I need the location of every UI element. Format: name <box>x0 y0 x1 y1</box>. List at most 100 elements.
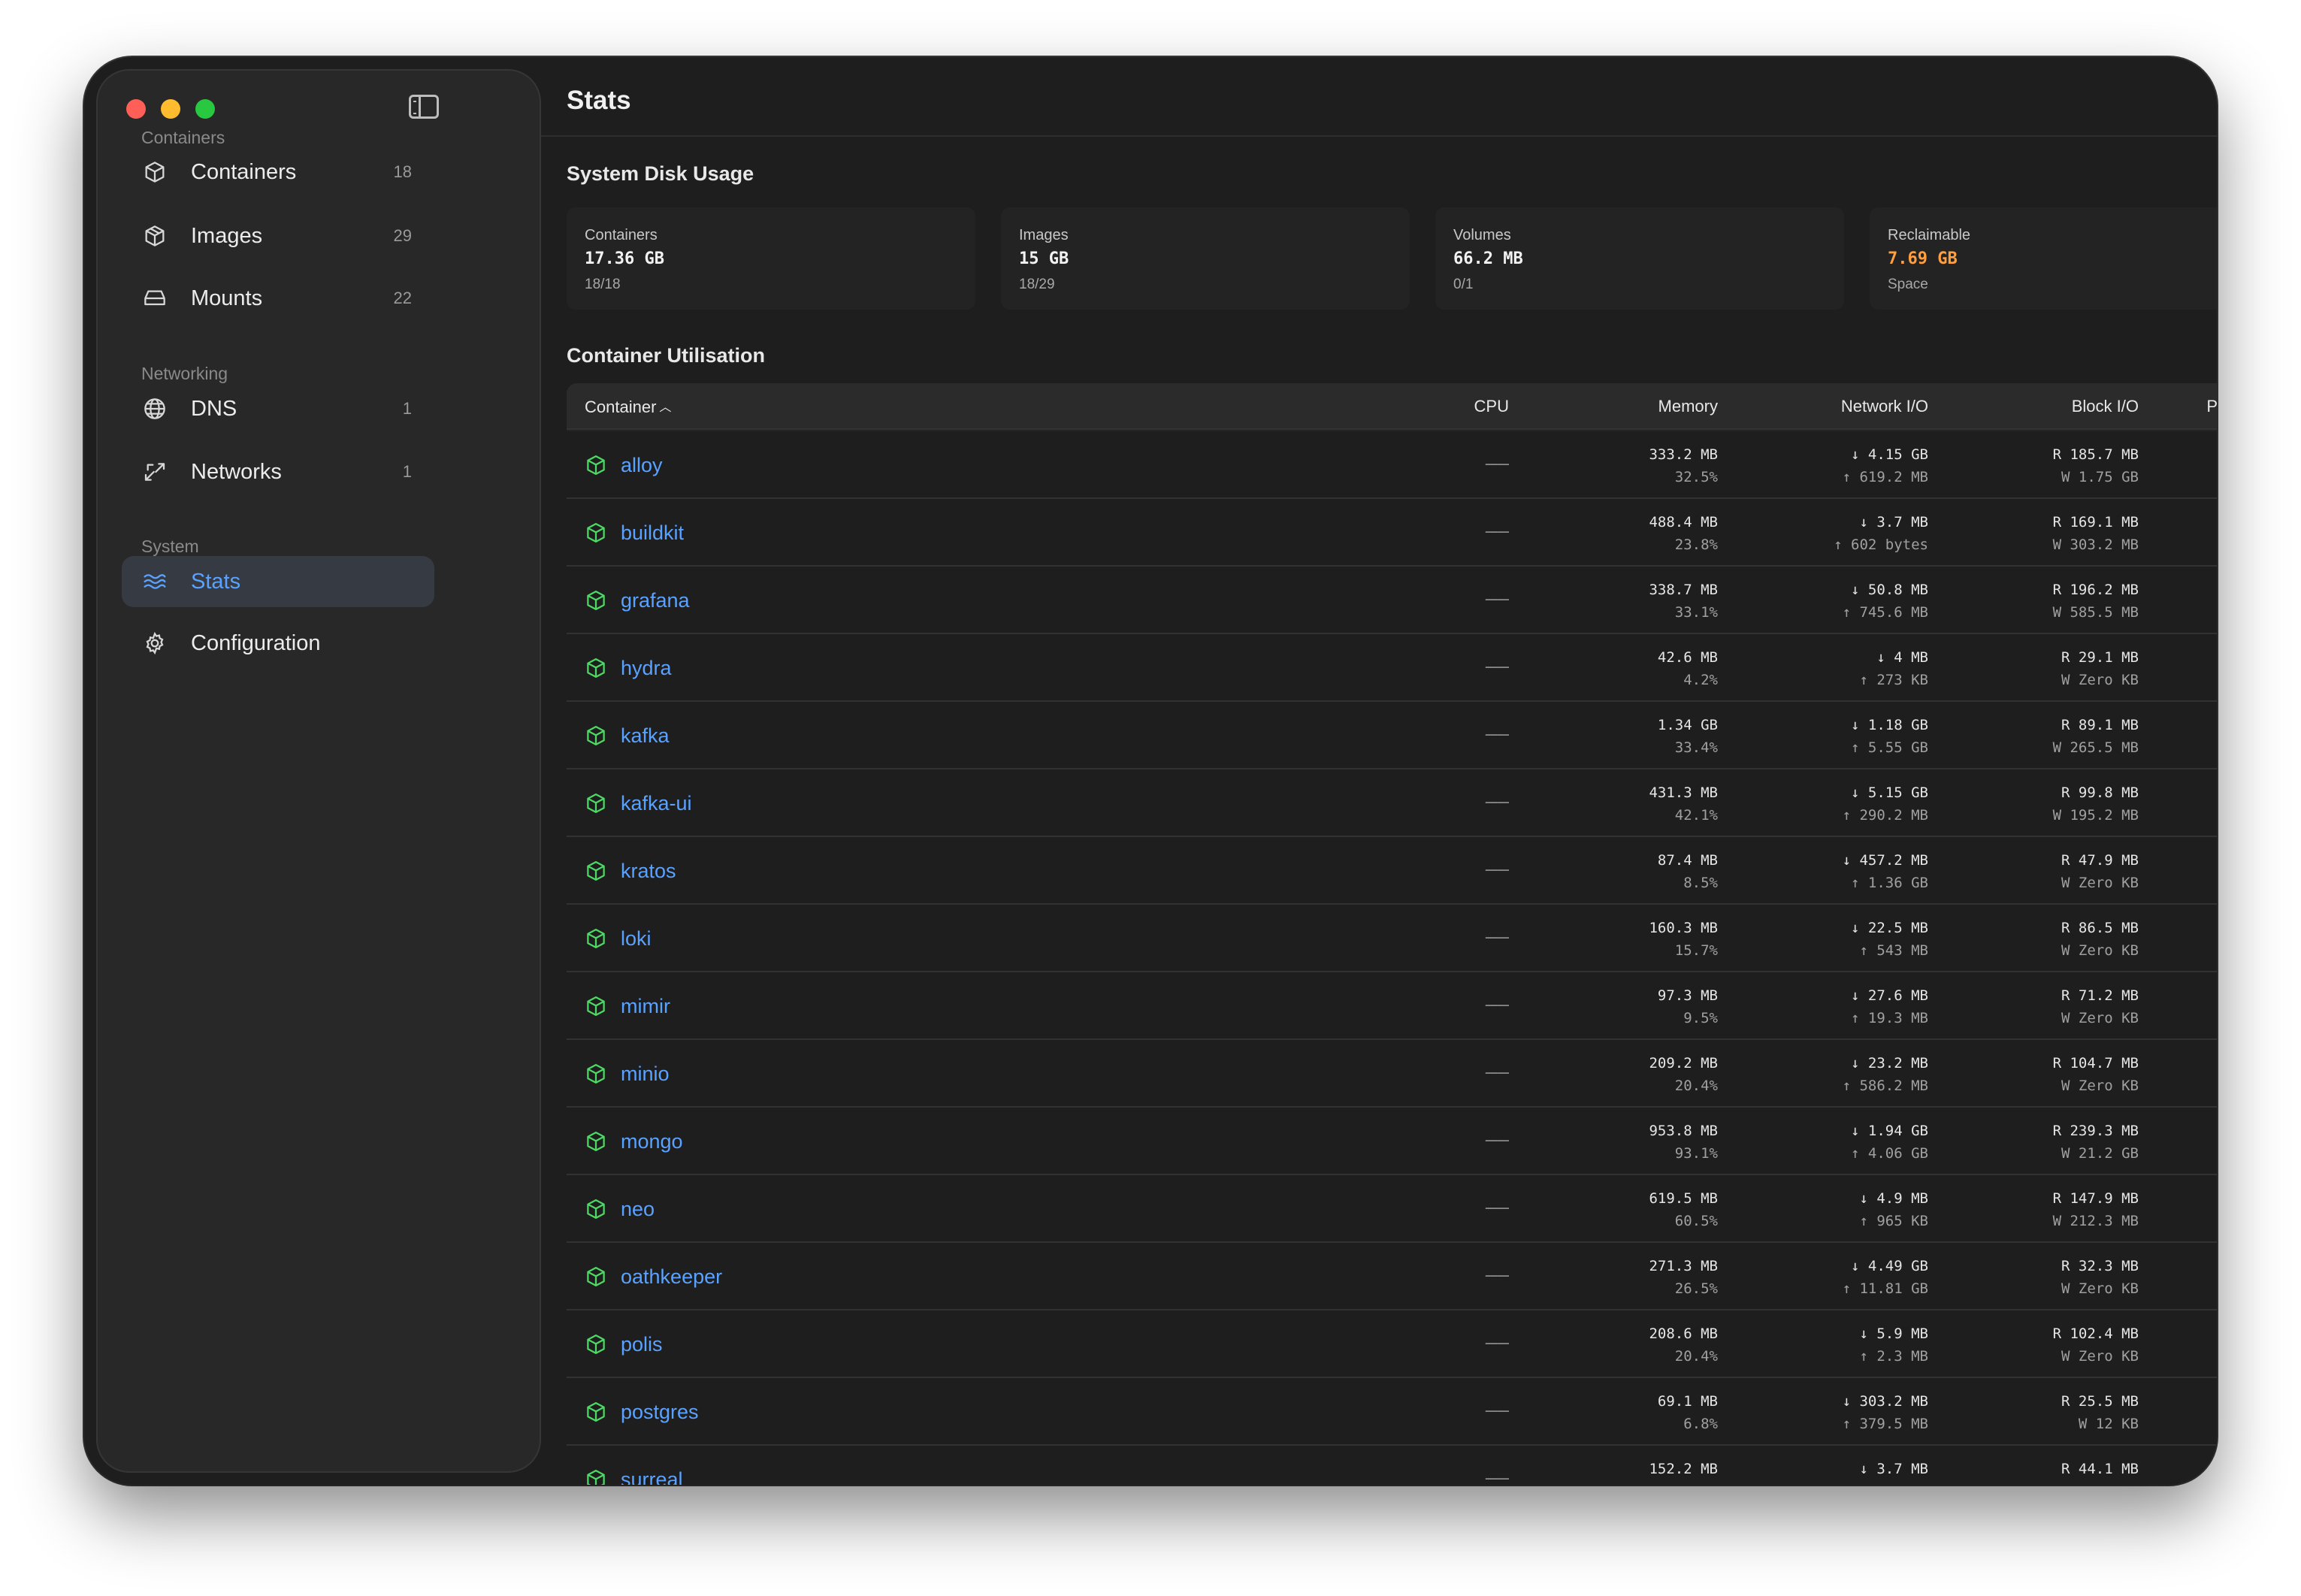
container-name-link[interactable]: neo <box>621 1198 655 1221</box>
sidebar-item-label: Images <box>191 223 263 248</box>
table-row[interactable]: kratos —— 87.4 MB 8.5% ↓ 457.2 MB ↑ 1.36… <box>567 837 2217 905</box>
table-row[interactable]: surreal —— 152.2 MB ↓ 3.7 MB R 44.1 MB 2… <box>567 1446 2217 1485</box>
container-name-link[interactable]: oathkeeper <box>621 1265 722 1289</box>
main-content: Stats System Disk Usage Containers 17.36… <box>541 57 2217 1485</box>
column-header-container[interactable]: Container ︿ <box>585 397 671 417</box>
container-name-link[interactable]: postgres <box>621 1401 699 1424</box>
table-row[interactable]: grafana —— 338.7 MB 33.1% ↓ 50.8 MB ↑ 74… <box>567 567 2217 634</box>
block-write-value: W Zero KB <box>2061 672 2139 688</box>
container-box-icon <box>585 926 607 951</box>
block-read-value: R 32.3 MB <box>2061 1258 2139 1274</box>
memory-cell: 160.3 MB 15.7% <box>1492 905 1718 972</box>
block-write-value: W 265.5 MB <box>2052 739 2139 756</box>
sidebar-item-stats[interactable]: Stats <box>122 556 434 607</box>
card-value: 7.69 GB <box>1888 249 1958 268</box>
card-value: 15 GB <box>1019 249 1069 268</box>
memory-cell: 208.6 MB 20.4% <box>1492 1310 1718 1378</box>
table-row[interactable]: oathkeeper —— 271.3 MB 26.5% ↓ 4.49 GB ↑… <box>567 1243 2217 1310</box>
container-box-icon <box>585 1332 607 1356</box>
sidebar-toggle-icon[interactable] <box>409 95 439 119</box>
container-box-icon <box>585 588 607 612</box>
table-row[interactable]: alloy —— 333.2 MB 32.5% ↓ 4.15 GB ↑ 619.… <box>567 431 2217 499</box>
table-row[interactable]: loki —— 160.3 MB 15.7% ↓ 22.5 MB ↑ 543 M… <box>567 905 2217 972</box>
column-header-cpu[interactable]: CPU <box>1474 397 1509 416</box>
disk-usage-heading: System Disk Usage <box>567 162 754 185</box>
container-box-icon <box>585 453 607 477</box>
disk-card-containers: Containers 17.36 GB 18/18 <box>567 207 975 310</box>
memory-cell: 97.3 MB 9.5% <box>1492 972 1718 1040</box>
container-name-link[interactable]: mongo <box>621 1130 683 1153</box>
block-read-value: R 47.9 MB <box>2061 852 2139 869</box>
network-arrows-icon <box>140 457 170 487</box>
network-io-cell: ↓ 4.9 MB ↑ 965 KB <box>1703 1175 1928 1243</box>
container-name-link[interactable]: polis <box>621 1333 663 1356</box>
column-header-pids[interactable]: PIDs <box>2206 397 2217 416</box>
table-row[interactable]: buildkit —— 488.4 MB 23.8% ↓ 3.7 MB ↑ 60… <box>567 499 2217 567</box>
container-name-link[interactable]: kafka <box>621 724 670 748</box>
block-read-value: R 71.2 MB <box>2061 987 2139 1004</box>
table-row[interactable]: postgres —— 69.1 MB 6.8% ↓ 303.2 MB ↑ 37… <box>567 1378 2217 1446</box>
container-box-icon <box>585 1265 607 1289</box>
container-name-link[interactable]: minio <box>621 1062 670 1086</box>
container-name-link[interactable]: alloy <box>621 454 663 477</box>
container-name-link[interactable]: hydra <box>621 657 672 680</box>
sidebar-item-count: 22 <box>393 289 412 307</box>
container-name-link[interactable]: surreal <box>621 1468 683 1485</box>
card-label: Images <box>1019 227 1069 243</box>
block-io-cell: R 44.1 MB <box>1913 1446 2139 1485</box>
sidebar-item-label: Containers <box>191 159 297 184</box>
table-row[interactable]: mimir —— 97.3 MB 9.5% ↓ 27.6 MB ↑ 19.3 M… <box>567 972 2217 1040</box>
close-window-button[interactable] <box>126 99 146 119</box>
block-io-cell: R 102.4 MB W Zero KB <box>1913 1310 2139 1378</box>
block-io-cell: R 32.3 MB W Zero KB <box>1913 1243 2139 1310</box>
container-box-icon <box>585 1197 607 1221</box>
block-io-cell: R 169.1 MB W 303.2 MB <box>1913 499 2139 567</box>
memory-cell: 152.2 MB <box>1492 1446 1718 1485</box>
column-header-block-io[interactable]: Block I/O <box>2072 397 2139 416</box>
sidebar-item-configuration[interactable]: Configuration <box>122 618 434 669</box>
block-read-value: R 102.4 MB <box>2052 1325 2139 1342</box>
minimize-window-button[interactable] <box>161 99 180 119</box>
table-row[interactable]: polis —— 208.6 MB 20.4% ↓ 5.9 MB ↑ 2.3 M… <box>567 1310 2217 1378</box>
container-box-icon <box>585 1129 607 1153</box>
block-write-value: W Zero KB <box>2061 1348 2139 1365</box>
table-row[interactable]: minio —— 209.2 MB 20.4% ↓ 23.2 MB ↑ 586.… <box>567 1040 2217 1108</box>
container-name-link[interactable]: grafana <box>621 589 690 612</box>
sidebar-item-containers[interactable]: Containers 18 <box>122 147 434 198</box>
block-read-value: R 29.1 MB <box>2061 649 2139 666</box>
table-row[interactable]: mongo —— 953.8 MB 93.1% ↓ 1.94 GB ↑ 4.06… <box>567 1108 2217 1175</box>
container-name-link[interactable]: loki <box>621 927 652 951</box>
block-io-cell: R 99.8 MB W 195.2 MB <box>1913 769 2139 837</box>
sidebar-item-mounts[interactable]: Mounts 22 <box>122 273 434 324</box>
column-header-network-io[interactable]: Network I/O <box>1841 397 1928 416</box>
utilisation-table: Container ︿ CPU Memory Network I/O Block … <box>567 383 2217 1485</box>
block-write-value: W 585.5 MB <box>2052 604 2139 621</box>
block-read-value: R 147.9 MB <box>2052 1190 2139 1207</box>
sidebar-item-count: 29 <box>393 226 412 245</box>
network-io-cell: ↓ 5.9 MB ↑ 2.3 MB <box>1703 1310 1928 1378</box>
table-row[interactable]: hydra —— 42.6 MB 4.2% ↓ 4 MB ↑ 273 KB R … <box>567 634 2217 702</box>
sidebar-item-networks[interactable]: Networks 1 <box>122 446 434 497</box>
block-write-value: W 212.3 MB <box>2052 1213 2139 1229</box>
column-header-memory[interactable]: Memory <box>1658 397 1718 416</box>
container-name-link[interactable]: kratos <box>621 860 676 883</box>
container-box-icon <box>585 1062 607 1086</box>
container-name-link[interactable]: buildkit <box>621 521 684 545</box>
page-title: Stats <box>567 86 631 115</box>
block-read-value: R 185.7 MB <box>2052 446 2139 463</box>
container-name-link[interactable]: kafka-ui <box>621 792 692 815</box>
table-row[interactable]: neo —— 619.5 MB 60.5% ↓ 4.9 MB ↑ 965 KB … <box>567 1175 2217 1243</box>
zoom-window-button[interactable] <box>195 99 215 119</box>
table-row[interactable]: kafka-ui —— 431.3 MB 42.1% ↓ 5.15 GB ↑ 2… <box>567 769 2217 837</box>
block-write-value: W Zero KB <box>2061 1280 2139 1297</box>
sidebar-item-label: DNS <box>191 396 237 421</box>
sidebar-item-images[interactable]: Images 29 <box>122 210 434 261</box>
card-sub: 0/1 <box>1453 277 1474 292</box>
sidebar-item-dns[interactable]: DNS 1 <box>122 383 434 434</box>
section-title-containers: Containers <box>141 128 225 147</box>
network-io-cell: ↓ 22.5 MB ↑ 543 MB <box>1703 905 1928 972</box>
container-name-link[interactable]: mimir <box>621 995 670 1018</box>
table-row[interactable]: kafka —— 1.34 GB 33.4% ↓ 1.18 GB ↑ 5.55 … <box>567 702 2217 769</box>
card-value: 17.36 GB <box>585 249 664 268</box>
cube-icon <box>140 157 170 187</box>
